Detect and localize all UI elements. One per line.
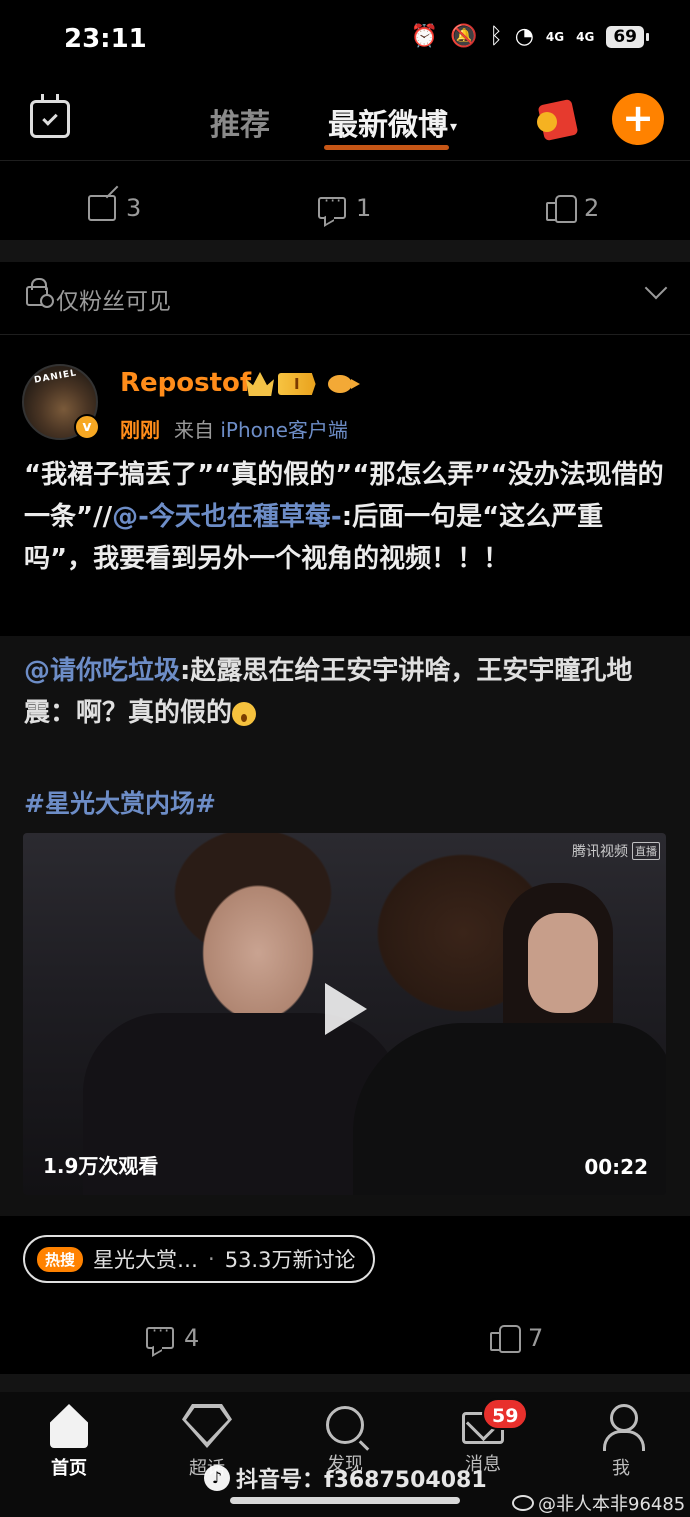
tab-active-underline [324,145,450,150]
chevron-down-icon[interactable] [644,276,668,300]
like-button[interactable]: 2 [546,168,599,248]
video-player[interactable]: 腾讯视频 直播 1.9万次观看 00:22 [23,833,666,1195]
like-count: 2 [584,194,600,222]
tab-latest[interactable]: 最新微博 ▾ [324,100,458,150]
post-actions: 4 7 [0,1298,690,1378]
hot-search-separator: · [208,1247,215,1271]
divider [0,334,690,335]
video-figure-face [528,913,598,1013]
shocked-emoji-icon [232,701,257,726]
caret-down-icon: ▾ [450,118,458,135]
topic-link[interactable]: #星光大赏内场# [24,784,216,820]
crown-icon [246,372,274,396]
video-watermark-text: 腾讯视频 [572,844,628,860]
network-4g-icon: 4G [545,29,565,44]
vip-level-badge: I [278,373,316,395]
hot-search-pill[interactable]: 热搜 星光大赏… · 53.3万新讨论 [23,1235,376,1283]
repost-block[interactable]: @请你吃垃圾:赵露思在给王安宇讲啥，王安宇瞳孔地震：啊？真的假的 #星光大赏内场… [0,636,690,1216]
repost-icon [88,195,116,221]
search-icon [326,1406,364,1444]
comment-button[interactable]: 4 [146,1298,199,1378]
douyin-watermark: ♪ 抖音号：f3687504081 [204,1462,487,1494]
douyin-id-text: 抖音号：f3687504081 [236,1468,487,1493]
visibility-label: 仅粉丝可见 [56,289,171,315]
visibility-row[interactable]: 仅粉丝可见 [0,262,690,334]
video-live-tag: 直播 [632,842,660,860]
section-gap [0,240,690,262]
diamond-icon [182,1404,232,1448]
message-count-badge: 59 [482,1398,529,1430]
nav-me[interactable]: 我 [566,1404,676,1480]
post-from-label: 来自 [174,418,214,442]
hot-search-title: 星光大赏… [93,1248,199,1272]
post-username[interactable]: Repostof [120,368,251,398]
tab-recommend[interactable]: 推荐 [210,100,270,144]
red-packet-icon[interactable] [535,98,581,142]
repost-body: @请你吃垃圾:赵露思在给王安宇讲啥，王安宇瞳孔地震：啊？真的假的 [24,650,666,734]
status-bar: 23:11 ⏰ 🔕 ᛒ ◔ 4G 4G 69 [0,0,690,80]
video-duration: 00:22 [584,1155,648,1179]
mute-icon: 🔕 [450,24,478,49]
lock-icon [26,278,54,308]
profile-icon [601,1404,645,1451]
checkin-calendar-icon[interactable] [30,94,70,138]
like-icon [546,195,577,223]
comment-button[interactable]: 1 [318,168,371,248]
video-views: 1.9万次观看 [43,1154,159,1178]
repost-mention[interactable]: @请你吃垃圾 [24,656,180,686]
status-time: 23:11 [64,24,147,54]
weibo-watermark: @非人本非96485 [512,1490,685,1516]
hot-search-tag: 热搜 [37,1246,84,1272]
repost-button[interactable]: 3 [88,168,141,248]
post-time: 刚刚 [120,418,160,442]
nav-home-label: 首页 [51,1458,87,1479]
post-source[interactable]: iPhone客户端 [220,418,348,442]
alarm-icon: ⏰ [410,24,439,49]
home-indicator[interactable] [230,1497,460,1504]
like-count: 7 [528,1324,544,1352]
like-icon [490,1325,521,1353]
video-watermark: 腾讯视频 直播 [572,841,660,861]
fish-badge-icon [327,375,360,393]
like-button[interactable]: 7 [490,1298,543,1378]
divider [0,160,690,161]
weibo-logo-icon [512,1495,534,1511]
douyin-logo-icon: ♪ [204,1465,230,1491]
comment-count: 1 [356,194,372,222]
wifi-icon: ◔ [514,24,534,49]
network-4g-icon-2: 4G [576,29,595,44]
comment-count: 4 [184,1324,200,1352]
section-gap [0,1374,690,1392]
comment-icon [146,1321,174,1349]
tab-latest-label: 最新微博 [328,108,448,143]
bluetooth-icon: ᛒ [489,24,503,49]
battery-icon: 69 [606,25,649,48]
verified-badge-icon: v [74,414,100,440]
post-body: “我裙子搞丢了”“真的假的”“那怎么弄”“没办法现借的一条”//@-今天也在種草… [24,454,666,580]
post-mention[interactable]: @-今天也在種草莓- [112,502,342,532]
weibo-watermark-text: @非人本非96485 [538,1494,686,1515]
top-header: 推荐 最新微博 ▾ + [0,80,690,160]
post-meta: 刚刚 来自 iPhone客户端 [120,414,348,443]
status-icons: ⏰ 🔕 ᛒ ◔ 4G 4G 69 [410,24,649,49]
hot-search-discussions: 53.3万新讨论 [224,1248,356,1272]
vip-badges[interactable]: I [246,372,360,396]
repost-count: 3 [126,194,142,222]
nav-me-label: 我 [612,1458,630,1479]
compose-button[interactable]: + [612,93,664,145]
play-icon[interactable] [325,983,367,1035]
nav-home[interactable]: 首页 [14,1404,124,1480]
home-icon [50,1404,88,1448]
prev-post-actions: 3 1 2 [0,168,690,248]
comment-icon [318,191,346,219]
